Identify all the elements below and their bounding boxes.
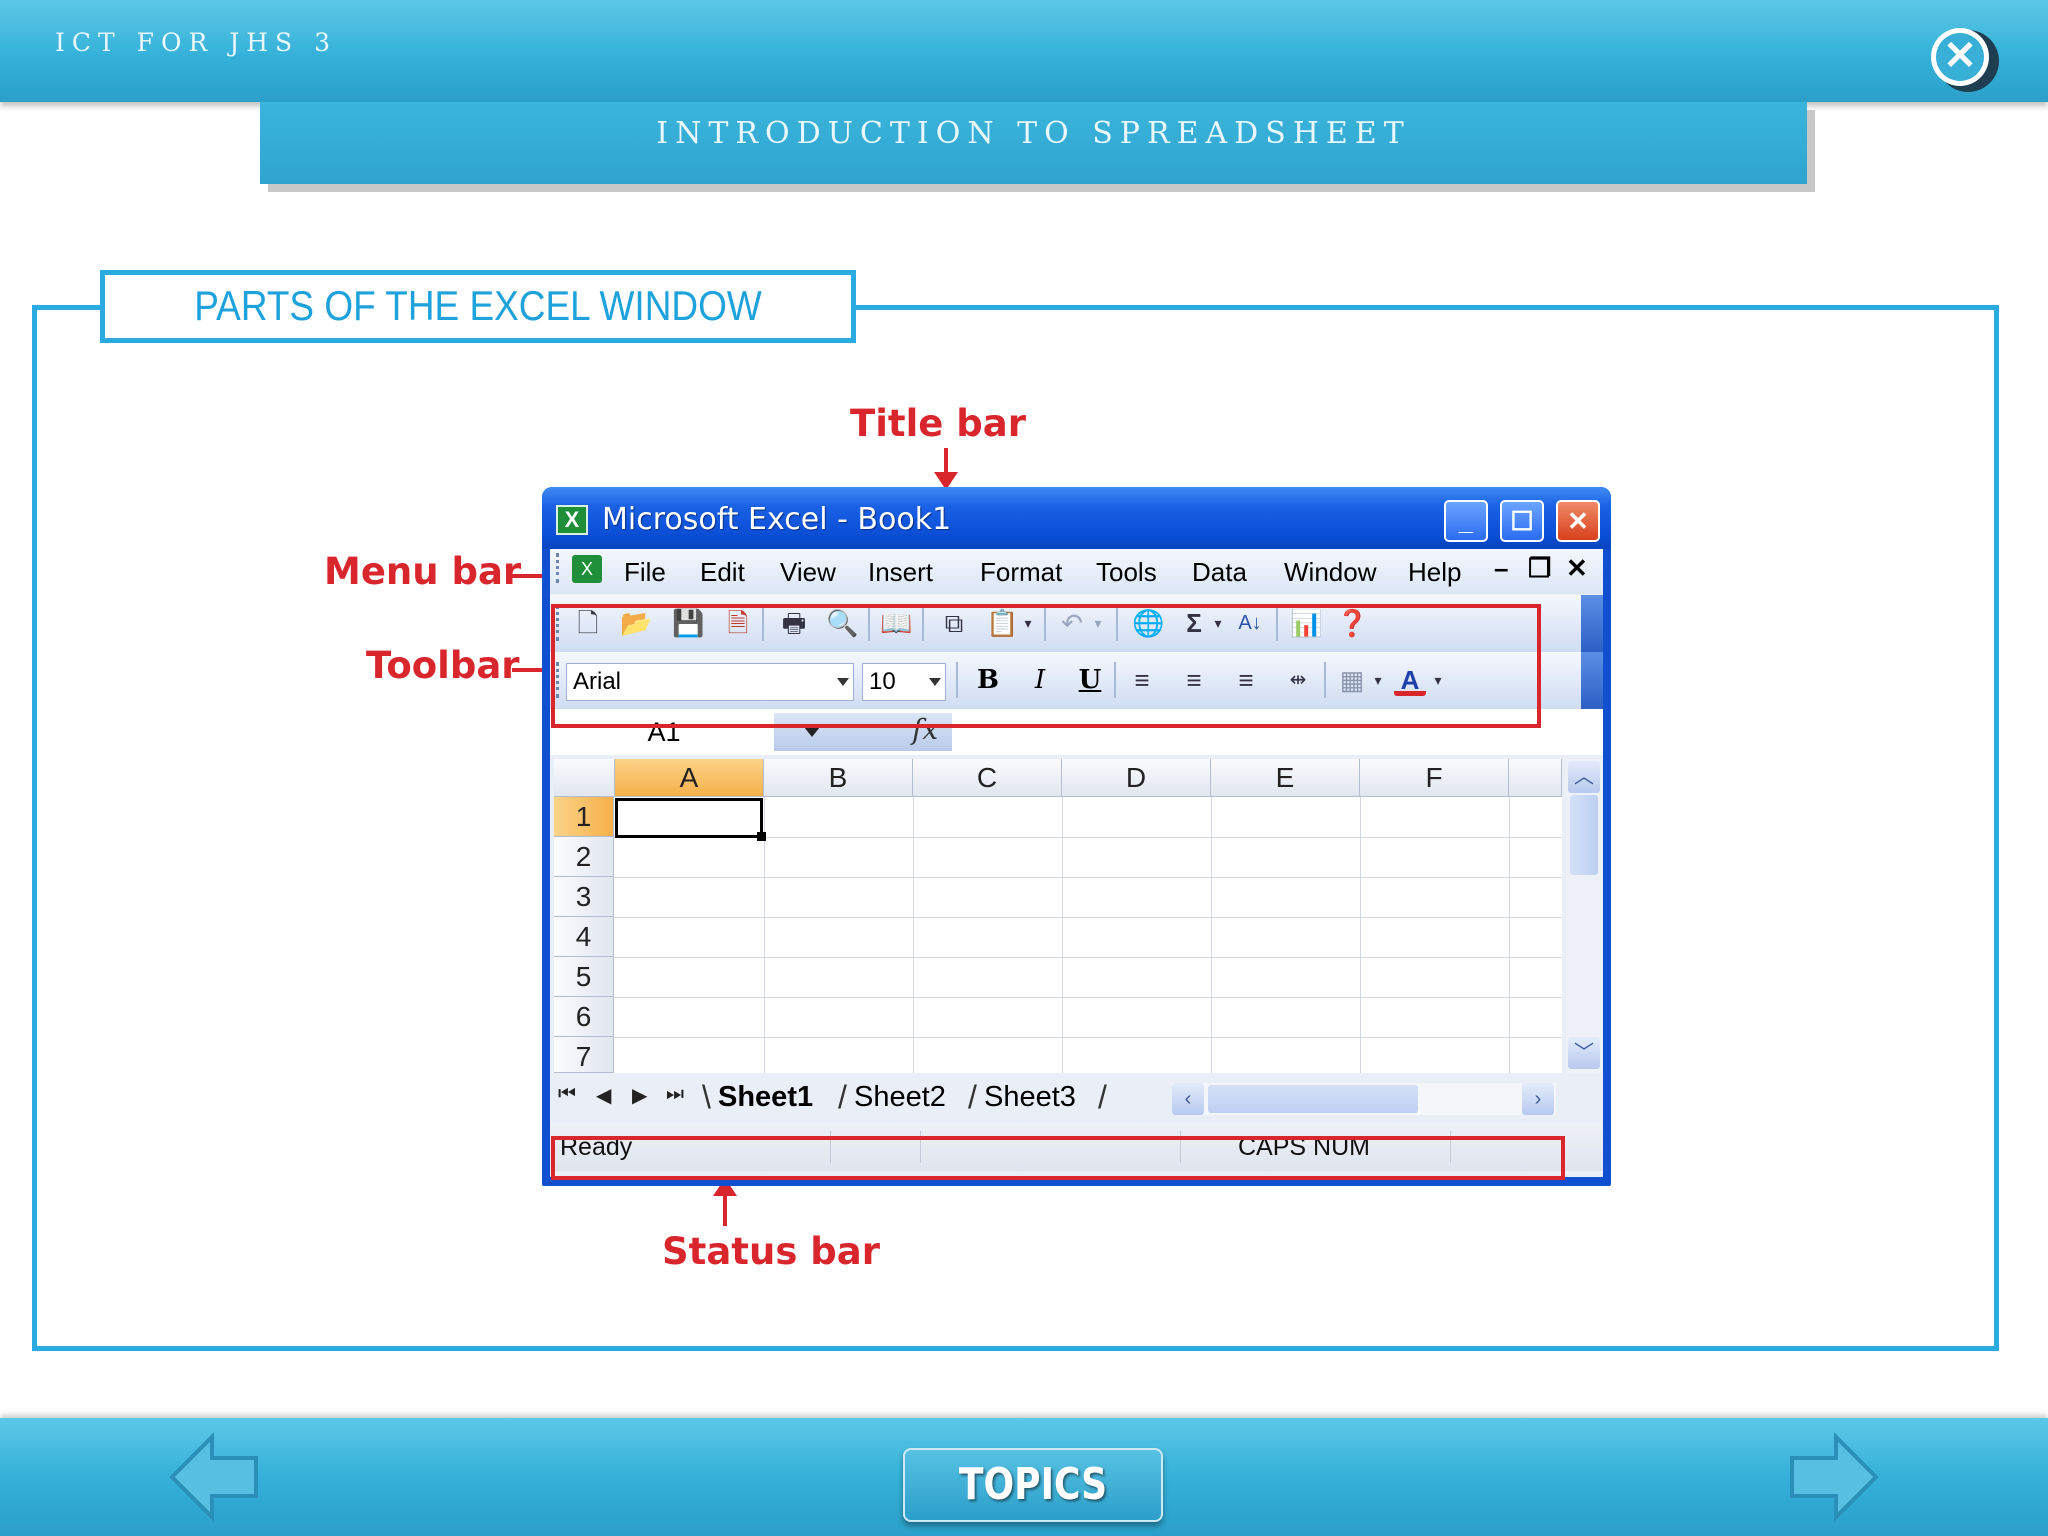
grid-line bbox=[1509, 797, 1510, 1073]
column-header-d[interactable]: D bbox=[1062, 759, 1211, 797]
menu-window[interactable]: Window bbox=[1284, 557, 1376, 588]
sheet-tab-bar: ⏮ ◀ ▶ ⏭ \ Sheet1 / Sheet2 / Sheet3 / ‹ › bbox=[550, 1075, 1603, 1121]
callout-title-bar: Title bar bbox=[850, 402, 1026, 445]
grid-line bbox=[1211, 797, 1212, 1073]
excel-window: X Microsoft Excel - Book1 _ ☐ ✕ X File E… bbox=[542, 487, 1611, 1186]
maximize-button[interactable]: ☐ bbox=[1500, 500, 1544, 542]
callout-toolbar: Toolbar bbox=[366, 644, 520, 687]
vertical-scrollbar[interactable]: ︿ ﹀ bbox=[1566, 759, 1603, 1073]
top-bar: ICT FOR JHS 3 bbox=[0, 0, 2048, 102]
toolbar-options-icon[interactable] bbox=[1581, 595, 1603, 652]
first-sheet-icon[interactable]: ⏮ bbox=[558, 1083, 576, 1106]
menu-tools[interactable]: Tools bbox=[1096, 557, 1157, 588]
topics-label: TOPICS bbox=[958, 1459, 1108, 1510]
grid-line bbox=[614, 957, 1562, 958]
grid-line bbox=[913, 797, 914, 1073]
next-arrow-button[interactable] bbox=[1788, 1432, 1880, 1522]
tab-divider: \ bbox=[702, 1079, 711, 1115]
toolbar-highlight bbox=[551, 604, 1541, 728]
section-banner: INTRODUCTION TO SPREADSHEET bbox=[260, 102, 1807, 184]
select-all-corner[interactable] bbox=[554, 759, 615, 797]
menu-edit[interactable]: Edit bbox=[700, 557, 745, 588]
tab-sheet1[interactable]: Sheet1 bbox=[718, 1081, 813, 1114]
fill-handle[interactable] bbox=[757, 832, 766, 841]
scroll-up-icon[interactable]: ︿ bbox=[1568, 761, 1600, 793]
workbook-icon[interactable]: X bbox=[572, 555, 602, 583]
menu-insert[interactable]: Insert bbox=[868, 557, 933, 588]
tab-divider: / bbox=[968, 1079, 977, 1115]
column-header-f[interactable]: F bbox=[1360, 759, 1509, 797]
prev-sheet-icon[interactable]: ◀ bbox=[596, 1083, 611, 1108]
toolbar-arrow-line bbox=[512, 668, 544, 672]
scroll-down-icon[interactable]: ﹀ bbox=[1568, 1037, 1600, 1069]
toolbar-options-icon[interactable] bbox=[1581, 652, 1603, 709]
horizontal-scroll-thumb[interactable] bbox=[1208, 1085, 1418, 1113]
worksheet-grid[interactable]: A B C D E F 1 2 3 4 5 6 7 bbox=[554, 759, 1562, 1073]
content-heading: PARTS OF THE EXCEL WINDOW bbox=[194, 282, 762, 329]
row-header-4[interactable]: 4 bbox=[554, 917, 614, 957]
chevron-down-icon bbox=[804, 727, 820, 737]
back-arrow-button[interactable] bbox=[168, 1432, 260, 1522]
course-label: ICT FOR JHS 3 bbox=[55, 28, 338, 57]
column-header-c[interactable]: C bbox=[913, 759, 1062, 797]
doc-restore-button[interactable]: ❐ bbox=[1528, 553, 1551, 584]
callout-menu-bar: Menu bar bbox=[324, 550, 522, 593]
scroll-right-icon[interactable]: › bbox=[1522, 1083, 1554, 1115]
column-header-partial[interactable] bbox=[1509, 759, 1562, 797]
excel-window-title: Microsoft Excel - Book1 bbox=[602, 502, 952, 537]
menu-help[interactable]: Help bbox=[1408, 557, 1461, 588]
excel-logo-icon: X bbox=[556, 505, 588, 535]
grid-line bbox=[1360, 797, 1361, 1073]
row-header-7[interactable]: 7 bbox=[554, 1037, 614, 1073]
vertical-scroll-thumb[interactable] bbox=[1570, 795, 1598, 875]
tab-sheet3[interactable]: Sheet3 bbox=[984, 1081, 1076, 1114]
active-cell-a1[interactable] bbox=[615, 798, 763, 838]
title-bar-arrow-line bbox=[944, 448, 948, 474]
column-header-b[interactable]: B bbox=[764, 759, 913, 797]
close-button[interactable]: ✕ bbox=[1931, 28, 1999, 92]
close-icon: ✕ bbox=[1936, 33, 1984, 81]
menu-bar: X File Edit View Insert Format Tools Dat… bbox=[550, 549, 1603, 594]
row-header-1[interactable]: 1 bbox=[554, 797, 614, 837]
callout-status-bar: Status bar bbox=[662, 1230, 880, 1273]
doc-minimize-button[interactable]: – bbox=[1494, 553, 1508, 584]
section-title: INTRODUCTION TO SPREADSHEET bbox=[656, 116, 1411, 151]
row-header-5[interactable]: 5 bbox=[554, 957, 614, 997]
grid-line bbox=[614, 917, 1562, 918]
window-close-button[interactable]: ✕ bbox=[1556, 500, 1600, 542]
row-header-6[interactable]: 6 bbox=[554, 997, 614, 1037]
column-header-a[interactable]: A bbox=[615, 759, 764, 797]
horizontal-scrollbar[interactable]: ‹ › bbox=[1172, 1083, 1556, 1115]
content-heading-box: PARTS OF THE EXCEL WINDOW bbox=[100, 270, 856, 343]
menu-file[interactable]: File bbox=[624, 557, 666, 588]
grid-line bbox=[614, 1037, 1562, 1038]
doc-close-button[interactable]: ✕ bbox=[1566, 553, 1588, 584]
grid-line bbox=[614, 877, 1562, 878]
menu-data[interactable]: Data bbox=[1192, 557, 1247, 588]
slide: ICT FOR JHS 3 ✕ INTRODUCTION TO SPREADSH… bbox=[0, 0, 2048, 1536]
tab-divider: / bbox=[838, 1079, 847, 1115]
status-bar-arrow-line bbox=[723, 1194, 727, 1226]
last-sheet-icon[interactable]: ⏭ bbox=[666, 1083, 684, 1106]
grid-line bbox=[1062, 797, 1063, 1073]
minimize-button[interactable]: _ bbox=[1444, 500, 1488, 542]
excel-title-bar[interactable]: X Microsoft Excel - Book1 _ ☐ ✕ bbox=[542, 487, 1611, 549]
topics-button[interactable]: TOPICS bbox=[903, 1448, 1163, 1522]
column-header-e[interactable]: E bbox=[1211, 759, 1360, 797]
row-header-3[interactable]: 3 bbox=[554, 877, 614, 917]
menu-bar-arrow-line bbox=[512, 574, 546, 578]
tab-divider: / bbox=[1098, 1079, 1107, 1115]
menu-grip bbox=[556, 553, 560, 583]
row-header-2[interactable]: 2 bbox=[554, 837, 614, 877]
next-sheet-icon[interactable]: ▶ bbox=[632, 1083, 647, 1108]
status-bar-highlight bbox=[551, 1136, 1565, 1180]
tab-sheet2[interactable]: Sheet2 bbox=[854, 1081, 946, 1114]
menu-format[interactable]: Format bbox=[980, 557, 1062, 588]
grid-line bbox=[614, 997, 1562, 998]
menu-view[interactable]: View bbox=[780, 557, 836, 588]
scroll-left-icon[interactable]: ‹ bbox=[1172, 1083, 1204, 1115]
close-icon-ring: ✕ bbox=[1931, 28, 1989, 86]
